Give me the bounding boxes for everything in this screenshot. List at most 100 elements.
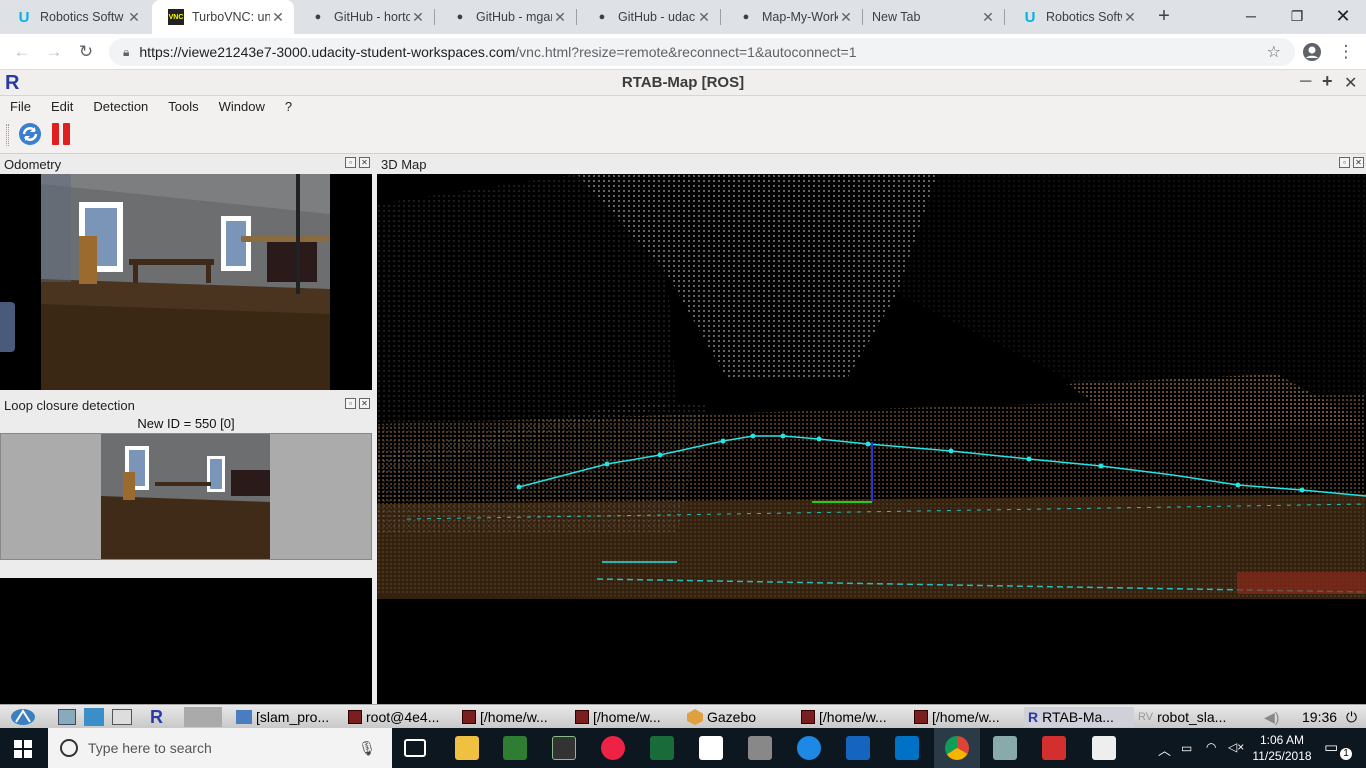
notification-count: 1: [1340, 748, 1352, 760]
refresh-icon[interactable]: [18, 122, 42, 146]
github-icon: ●: [598, 11, 606, 23]
volume-muted-icon[interactable]: ◁×: [1228, 740, 1244, 754]
close-icon[interactable]: ✕: [270, 9, 286, 26]
close-icon[interactable]: ✕: [359, 157, 370, 168]
menu-detection[interactable]: Detection: [83, 99, 158, 114]
menu-icon[interactable]: ⋮: [1332, 38, 1360, 66]
reload-button[interactable]: ↻: [72, 38, 100, 66]
photos-icon[interactable]: [1092, 736, 1116, 760]
lock-icon: 🔒︎: [123, 44, 130, 59]
tab-turbovnc[interactable]: VNC TurboVNC: un ✕: [152, 0, 294, 34]
tab-robotics-software-2[interactable]: U Robotics Softw ✕: [1006, 0, 1146, 34]
battery-icon[interactable]: ▭: [1181, 741, 1192, 755]
acrobat-icon[interactable]: [1042, 736, 1066, 760]
notification-icon[interactable]: ▭: [1324, 738, 1338, 756]
close-icon[interactable]: ✕: [980, 9, 996, 26]
tab-title: GitHub - horto: [334, 10, 410, 24]
tab-title: Robotics Softw: [40, 10, 124, 24]
star-icon[interactable]: ☆: [1267, 42, 1281, 62]
taskbar-search-box[interactable]: Type here to search 🎙︎: [48, 728, 392, 768]
close-icon[interactable]: ✕: [410, 9, 426, 26]
task-gazebo[interactable]: Gazebo: [687, 707, 756, 727]
volume-icon[interactable]: ◀): [1264, 707, 1279, 727]
wifi-icon[interactable]: ◠: [1206, 740, 1216, 754]
float-icon[interactable]: ▫: [345, 398, 356, 409]
loop-closure-label: Loop closure detection: [4, 397, 135, 413]
virtualbox-icon[interactable]: [748, 736, 772, 760]
back-button[interactable]: ←: [8, 38, 36, 66]
menu-help[interactable]: ?: [275, 99, 302, 114]
float-icon[interactable]: ▫: [345, 157, 356, 168]
close-icon[interactable]: ✕: [126, 9, 142, 26]
close-window-button[interactable]: ✕: [1320, 0, 1366, 32]
rtabmap-launcher-icon[interactable]: R: [150, 707, 163, 727]
close-icon[interactable]: ✕: [552, 9, 568, 26]
tab-new-tab[interactable]: New Tab ✕: [864, 0, 1004, 34]
empty-panel: [0, 578, 372, 704]
menu-edit[interactable]: Edit: [41, 99, 83, 114]
window-title: RTAB-Map [ROS]: [621, 74, 745, 91]
browser-toolbar: ← → ↻ 🔒︎ https://viewe21243e7-3000.udaci…: [0, 34, 1366, 70]
outlook-icon[interactable]: [895, 736, 919, 760]
minimize-window-button[interactable]: ─: [1228, 0, 1274, 32]
workspace-switcher[interactable]: [184, 707, 222, 727]
close-icon[interactable]: ✕: [359, 398, 370, 409]
close-icon[interactable]: ✕: [1353, 157, 1364, 168]
map3d-view[interactable]: [377, 174, 1366, 704]
menu-tools[interactable]: Tools: [158, 99, 208, 114]
close-icon[interactable]: ✕: [696, 9, 712, 26]
profile-icon[interactable]: [1298, 38, 1326, 66]
vnc-icon: VNC: [168, 9, 184, 25]
tab-github-horto[interactable]: ● GitHub - horto ✕: [294, 0, 434, 34]
pause-icon[interactable]: [52, 123, 72, 145]
vim-icon[interactable]: [650, 736, 674, 760]
task-terminal-2[interactable]: [/home/w...: [575, 707, 661, 727]
minimize-button[interactable]: ─: [1300, 73, 1311, 91]
maximize-button[interactable]: +: [1322, 71, 1333, 92]
task-terminal-4[interactable]: [/home/w...: [914, 707, 1000, 727]
tab-github-udac[interactable]: ● GitHub - udac ✕: [578, 0, 720, 34]
vnc-start-icon[interactable]: [10, 707, 36, 727]
pokeball-icon[interactable]: [601, 736, 625, 760]
rtabmap-window: R RTAB-Map [ROS] ─ + ✕ File Edit Detecti…: [0, 70, 1366, 704]
menu-window[interactable]: Window: [209, 99, 275, 114]
task-terminal-3[interactable]: [/home/w...: [801, 707, 887, 727]
forward-button[interactable]: →: [40, 38, 68, 66]
lync-icon[interactable]: [846, 736, 870, 760]
close-icon[interactable]: ✕: [1122, 9, 1138, 26]
maximize-window-button[interactable]: ❐: [1274, 0, 1320, 32]
tab-robotics-software-1[interactable]: U Robotics Softw ✕: [0, 0, 150, 34]
file-explorer-icon[interactable]: [455, 736, 479, 760]
paint-icon[interactable]: [993, 736, 1017, 760]
nxp-icon[interactable]: [699, 736, 723, 760]
chrome-icon[interactable]: [945, 736, 969, 760]
close-icon[interactable]: ✕: [838, 9, 854, 26]
address-bar[interactable]: 🔒︎ https://viewe21243e7-3000.udacity-stu…: [109, 38, 1295, 66]
spreadsheet-icon[interactable]: [503, 736, 527, 760]
app-window-icon[interactable]: [112, 707, 132, 727]
task-root-terminal[interactable]: root@4e4...: [348, 707, 439, 727]
task-slam-project[interactable]: [slam_pro...: [236, 707, 329, 727]
windows-start-icon[interactable]: [14, 740, 32, 758]
network-icon[interactable]: [84, 707, 104, 727]
new-tab-button[interactable]: +: [1152, 5, 1176, 29]
chevron-up-icon[interactable]: ︿: [1158, 740, 1171, 759]
tab-map-my-work[interactable]: ● Map-My-Work ✕: [722, 0, 862, 34]
task-robot-slam[interactable]: RV robot_sla...: [1138, 707, 1226, 727]
clock-date[interactable]: 11/25/2018: [1250, 749, 1314, 763]
task-rtabmap[interactable]: R RTAB-Ma...: [1024, 707, 1134, 727]
power-icon[interactable]: ⏻: [1346, 707, 1357, 727]
internet-explorer-icon[interactable]: [797, 736, 821, 760]
window-icon[interactable]: [58, 707, 76, 727]
terminal-icon[interactable]: [552, 736, 576, 760]
clock-time[interactable]: 1:06 AM: [1254, 733, 1310, 747]
close-button[interactable]: ✕: [1344, 73, 1357, 93]
task-terminal-1[interactable]: [/home/w...: [462, 707, 548, 727]
tab-github-mgar[interactable]: ● GitHub - mgar ✕: [436, 0, 576, 34]
task-view-icon[interactable]: [404, 739, 426, 757]
menu-file[interactable]: File: [0, 99, 41, 114]
microphone-icon[interactable]: 🎙︎: [358, 740, 376, 757]
side-handle[interactable]: [0, 302, 15, 352]
float-icon[interactable]: ▫: [1339, 157, 1350, 168]
app-toolbar: [0, 116, 1366, 154]
